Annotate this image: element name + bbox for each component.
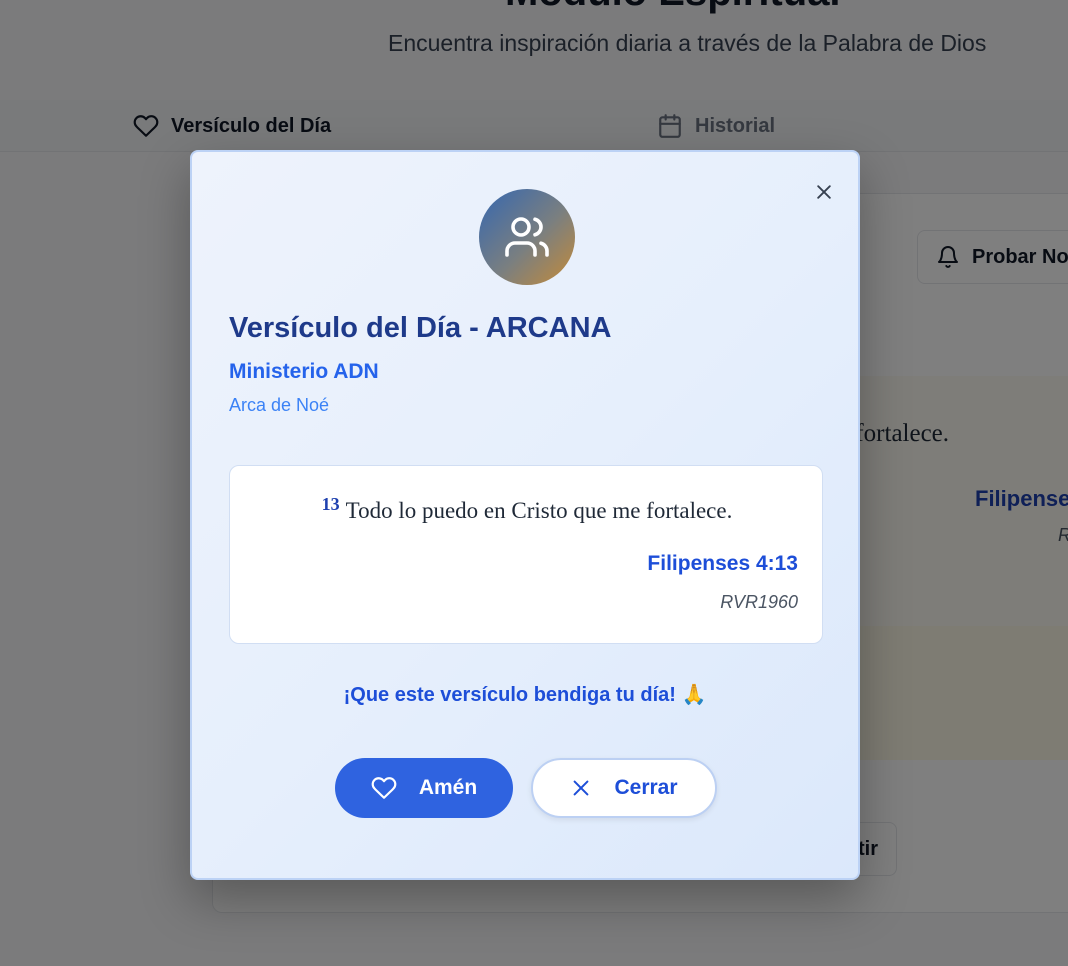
close-label: Cerrar xyxy=(614,776,678,799)
ministry-name: Ministerio ADN xyxy=(229,360,379,383)
close-button[interactable]: Cerrar xyxy=(531,758,717,818)
blessing-message: ¡Que este versículo bendiga tu día! 🙏 xyxy=(343,684,707,706)
verse-line: 13 Todo lo puedo en Cristo que me fortale… xyxy=(230,494,824,524)
modal-title: Versículo del Día - ARCANA xyxy=(229,312,612,344)
close-icon xyxy=(574,780,589,796)
verse-card: 13 Todo lo puedo en Cristo que me fortale… xyxy=(229,465,823,644)
close-icon xyxy=(817,185,831,199)
verse-reference: Filipenses 4:13 xyxy=(647,552,798,575)
amen-label: Amén xyxy=(418,776,478,799)
heart-icon xyxy=(371,777,397,799)
verse-number: 13 xyxy=(321,494,340,514)
place-name: Arca de Noé xyxy=(229,395,330,415)
avatar xyxy=(479,189,575,285)
verse-modal: Versículo del Día - ARCANA Ministerio AD… xyxy=(190,150,860,880)
users-icon xyxy=(505,217,549,257)
amen-button[interactable]: Amén xyxy=(335,758,513,818)
modal-close-button[interactable] xyxy=(810,178,838,206)
verse-text: Todo lo puedo en Cristo que me fortalece… xyxy=(345,498,733,523)
verse-version: RVR1960 xyxy=(720,592,798,612)
